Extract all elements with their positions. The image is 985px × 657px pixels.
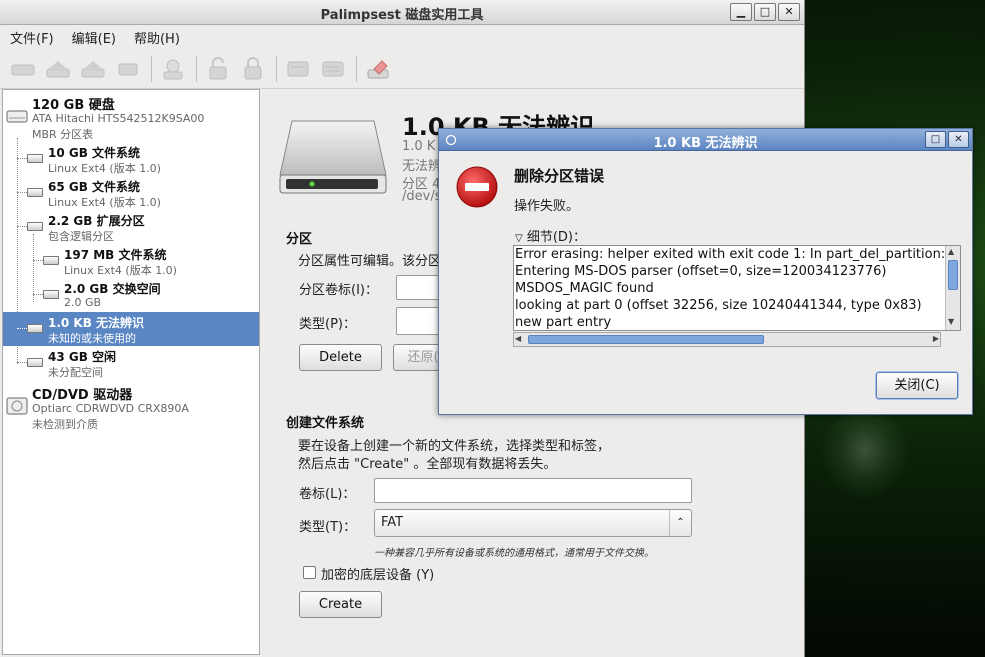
partition-type-label: 类型(P)： — [299, 317, 356, 332]
window-title: Palimpsest 磁盘实用工具 — [320, 8, 484, 23]
tree-item-unrecognized-selected[interactable]: 1.0 KB 无法辨识 未知的或未使用的 — [3, 312, 259, 346]
fs-type-combo[interactable]: FAT ⌃ — [374, 509, 692, 537]
dialog-close-button[interactable]: ✕ — [948, 131, 969, 148]
scroll-left-icon[interactable]: ◀ — [515, 334, 521, 343]
menu-file[interactable]: 文件(F) — [4, 28, 60, 47]
partition-description: 分区属性可编辑。该分区 — [298, 254, 442, 269]
log-line: new part entry — [515, 315, 612, 330]
encrypt-label: 加密的底层设备 (Y) — [321, 568, 435, 583]
tree-item-cd-dvd[interactable]: CD/DVD 驱动器 Optiarc CDRWDVD CRX890A 未检测到介… — [3, 382, 259, 431]
partition-icon — [27, 222, 43, 231]
combo-arrows-icon: ⌃ — [669, 510, 691, 536]
unmount-icon[interactable] — [78, 54, 108, 84]
menu-help[interactable]: 帮助(H) — [128, 28, 186, 47]
log-line: Error erasing: helper exited with exit c… — [515, 247, 946, 262]
close-dialog-button[interactable]: 关闭(C) — [876, 372, 958, 399]
error-log[interactable]: Error erasing: helper exited with exit c… — [513, 245, 961, 331]
eject-icon[interactable] — [43, 54, 73, 84]
fs-label-input[interactable] — [374, 478, 692, 503]
delete-button[interactable]: Delete — [299, 344, 382, 371]
partition-icon — [27, 154, 43, 163]
hard-disk-icon — [6, 110, 28, 123]
fs-type-hint: 一种兼容几乎所有设备或系统的通用格式，通常用于文件交换。 — [374, 548, 654, 559]
partition-icon — [43, 256, 59, 265]
details-expander[interactable]: ▽ 细节(D)： — [515, 226, 586, 245]
error-subtext: 操作失败。 — [514, 199, 580, 214]
expander-arrow-icon: ▽ — [515, 233, 523, 244]
drive-icon[interactable] — [113, 54, 143, 84]
erase-icon[interactable] — [363, 54, 393, 84]
tree-item-swap[interactable]: 2.0 GB 交换空间 2.0 GB — [3, 278, 259, 312]
partition-icon — [27, 188, 43, 197]
fs-label-label: 卷标(L)： — [299, 487, 356, 502]
check-filesystem-icon[interactable] — [158, 54, 188, 84]
info-device: /dev/s — [402, 189, 442, 204]
scroll-down-icon[interactable]: ▼ — [948, 317, 954, 326]
log-line: looking at part 0 (offset 32256, size 10… — [515, 298, 922, 313]
log-line: MSDOS_MAGIC found — [515, 281, 654, 296]
error-dialog: 1.0 KB 无法辨识 □ ✕ 删除分区错误 操作失败。 ▽ 细节(D)： Er… — [438, 128, 973, 415]
fs-type-label: 类型(T)： — [299, 520, 357, 535]
main-titlebar[interactable]: Palimpsest 磁盘实用工具 ▁ □ ✕ — [0, 0, 804, 25]
mount-icon[interactable] — [8, 54, 38, 84]
vertical-scroll-thumb[interactable] — [948, 260, 958, 290]
dialog-maximize-button[interactable]: □ — [925, 131, 946, 148]
menu-edit[interactable]: 编辑(E) — [66, 28, 122, 47]
unlock-icon[interactable] — [203, 54, 233, 84]
lock-icon[interactable] — [238, 54, 268, 84]
drive-settings-icon[interactable] — [318, 54, 348, 84]
encrypt-checkbox[interactable] — [303, 566, 316, 579]
error-heading: 删除分区错误 — [514, 167, 605, 185]
toolbar — [0, 49, 804, 89]
tree-item-free-space[interactable]: 43 GB 空闲 未分配空间 — [3, 346, 259, 380]
info-type: 无法辨 — [402, 159, 442, 174]
wallpaper-glass-decoration — [820, 410, 910, 500]
menubar: 文件(F) 编辑(E) 帮助(H) — [0, 25, 804, 49]
log-horizontal-scrollbar[interactable]: ◀ ▶ — [513, 332, 941, 347]
error-icon — [456, 166, 498, 208]
partition-icon — [27, 358, 43, 367]
fs-type-value: FAT — [381, 515, 404, 530]
tree-item-partition-10gb[interactable]: 10 GB 文件系统 Linux Ext4 (版本 1.0) — [3, 142, 259, 176]
partition-label-label: 分区卷标(I)： — [299, 283, 378, 298]
log-vertical-scrollbar[interactable]: ▲ ▼ — [945, 246, 960, 330]
close-button[interactable]: ✕ — [778, 3, 800, 21]
optical-drive-icon — [6, 397, 28, 415]
partition-icon — [43, 290, 59, 299]
maximize-button[interactable]: □ — [754, 3, 776, 21]
details-label: 细节(D)： — [526, 230, 586, 245]
create-fs-description-2: 然后点击 "Create" 。全部现有数据将丢失。 — [298, 457, 557, 472]
format-drive-icon[interactable] — [283, 54, 313, 84]
tree-item-partition-197mb[interactable]: 197 MB 文件系统 Linux Ext4 (版本 1.0) — [3, 244, 259, 278]
create-button[interactable]: Create — [299, 591, 382, 618]
info-size: 1.0 K — [402, 139, 436, 154]
create-fs-description-1: 要在设备上创建一个新的文件系统，选择类型和标签， — [298, 439, 611, 454]
log-line: Entering MS-DOS parser (offset=0, size=1… — [515, 264, 887, 279]
minimize-button[interactable]: ▁ — [730, 3, 752, 21]
tree-item-hard-disk[interactable]: 120 GB 硬盘 ATA Hitachi HTS542512K9SA00 MB… — [3, 92, 259, 141]
tree-item-partition-65gb[interactable]: 65 GB 文件系统 Linux Ext4 (版本 1.0) — [3, 176, 259, 210]
tree-item-extended-partition[interactable]: 2.2 GB 扩展分区 包含逻辑分区 — [3, 210, 259, 244]
scroll-right-icon[interactable]: ▶ — [933, 334, 939, 343]
horizontal-scroll-thumb[interactable] — [528, 335, 764, 344]
dialog-titlebar[interactable]: 1.0 KB 无法辨识 □ ✕ — [439, 129, 972, 151]
create-fs-section-title: 创建文件系统 — [286, 416, 365, 431]
dialog-title: 1.0 KB 无法辨识 — [653, 136, 758, 151]
partition-icon — [27, 324, 43, 333]
drive-large-icon — [279, 120, 387, 194]
device-tree[interactable]: 120 GB 硬盘 ATA Hitachi HTS542512K9SA00 MB… — [2, 89, 260, 655]
partition-section-title: 分区 — [286, 232, 313, 247]
scroll-up-icon[interactable]: ▲ — [948, 247, 954, 256]
